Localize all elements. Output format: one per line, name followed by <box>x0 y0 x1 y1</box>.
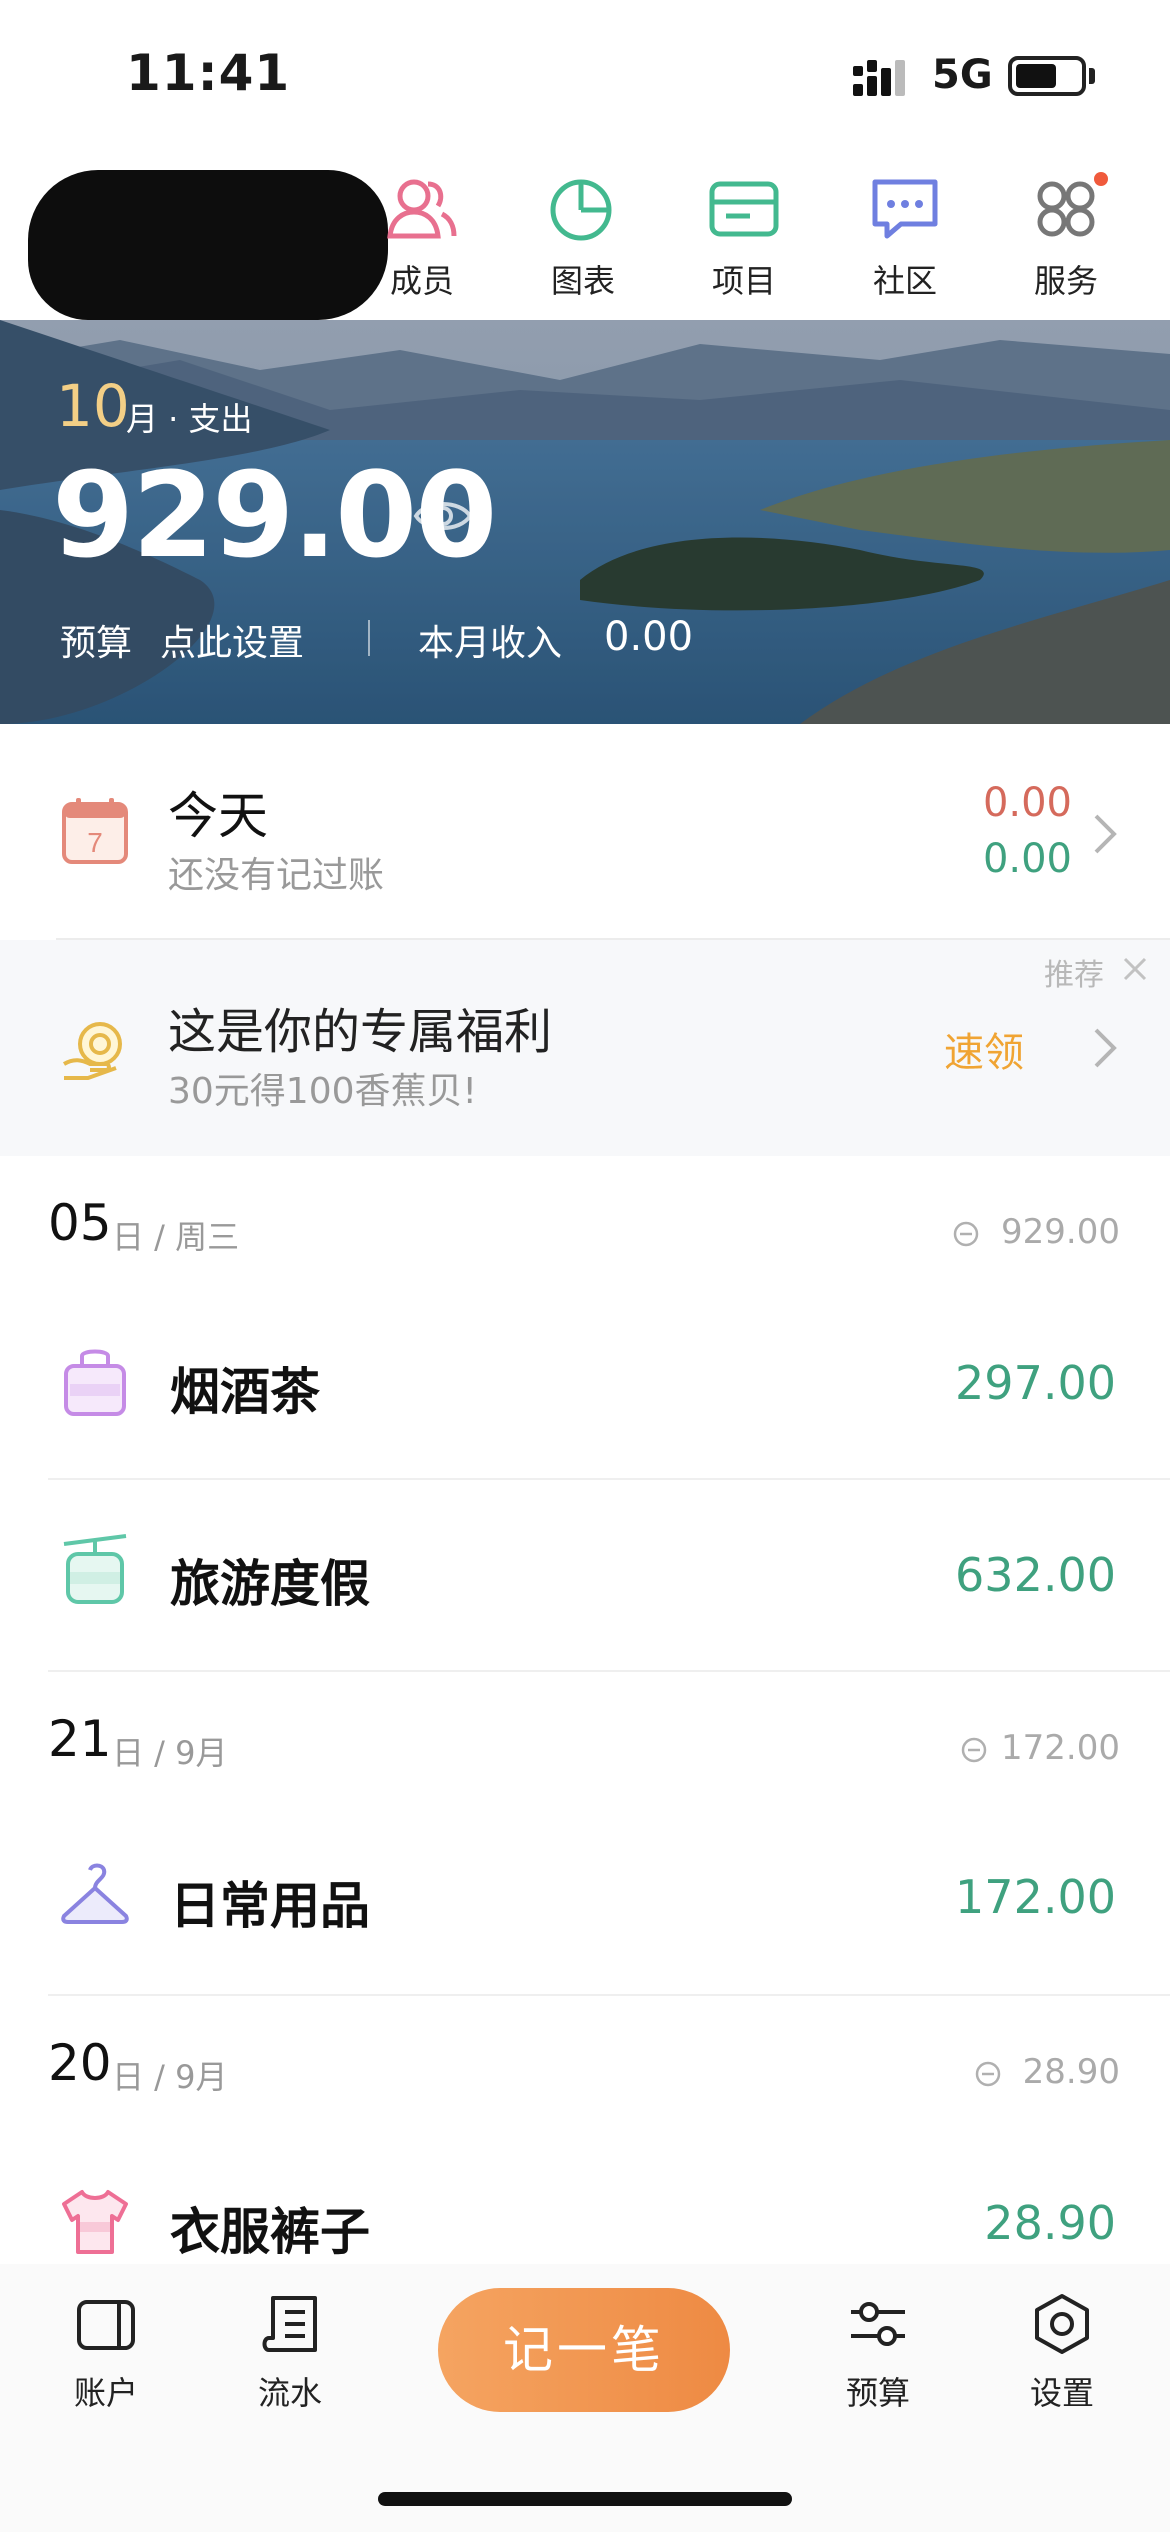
month-expense-label: 月 · 支出 <box>126 400 253 438</box>
divider <box>56 938 1170 940</box>
entry-category-name[interactable]: 日常用品 <box>170 1866 370 1938</box>
folder-icon <box>709 181 779 237</box>
tab-settings[interactable]: 设置 <box>1002 2292 1122 2414</box>
record-entry-button[interactable]: 记一笔 <box>438 2288 730 2412</box>
status-time: 11:41 <box>126 44 291 102</box>
entry-category-name[interactable]: 旅游度假 <box>170 1544 370 1616</box>
battery-icon <box>1008 56 1086 96</box>
nav-community-label: 社区 <box>872 262 937 300</box>
nav-services[interactable]: 服务 <box>996 172 1136 302</box>
divider <box>48 1994 1170 1996</box>
svg-text:7: 7 <box>87 827 103 858</box>
entry-category-name[interactable]: 衣服裤子 <box>170 2192 370 2264</box>
divider <box>48 1478 1170 1480</box>
close-icon[interactable] <box>1122 956 1148 982</box>
today-chevron-right-icon[interactable] <box>1090 812 1120 856</box>
coin-hand-icon <box>62 1022 122 1080</box>
tab-account[interactable]: 账户 <box>46 2292 166 2414</box>
day-total: 172.00 <box>1001 1728 1120 1768</box>
divider <box>48 1670 1170 1672</box>
hanger-icon <box>61 1863 129 1924</box>
budget-label: 预算 <box>60 623 133 664</box>
nav-services-label: 服务 <box>1033 262 1098 300</box>
tab-account-label: 账户 <box>73 2374 138 2412</box>
promo-title: 这是你的专属福利 <box>168 1004 553 1060</box>
entry-amount: 632.00 <box>955 1548 1116 1602</box>
tab-budget[interactable]: 预算 <box>818 2292 938 2414</box>
day-total: 929.00 <box>1001 1212 1120 1252</box>
today-expense: 0.00 <box>982 780 1072 826</box>
tab-flow[interactable]: 流水 <box>230 2292 350 2414</box>
day-number: 21 <box>48 1710 112 1768</box>
sliders-icon <box>851 2302 905 2346</box>
calendar-icon: 7 <box>62 798 128 864</box>
eye-icon[interactable] <box>412 492 474 540</box>
nav-members-label: 成员 <box>389 262 454 300</box>
battery-cap <box>1089 68 1095 84</box>
tab-flow-label: 流水 <box>257 2374 322 2412</box>
promo-subtitle: 30元得100香蕉贝! <box>168 1071 477 1112</box>
nav-members[interactable]: 成员 <box>352 172 492 302</box>
entry-amount: 297.00 <box>955 1356 1116 1410</box>
nav-projects[interactable]: 项目 <box>674 172 814 302</box>
signal-icon <box>853 60 905 96</box>
budget-set-link[interactable]: 点此设置 <box>160 614 304 666</box>
day-total: 28.90 <box>1022 2052 1120 2092</box>
entry-amount: 172.00 <box>955 1870 1116 1924</box>
day-meta: 日 / 9月 <box>112 2058 228 2096</box>
bag-icon <box>64 1349 126 1416</box>
day-meta: 日 / 9月 <box>112 1734 228 1772</box>
day-meta: 日 / 周三 <box>112 1218 240 1256</box>
notification-dot <box>1094 172 1108 186</box>
day-number: 05 <box>48 1194 112 1252</box>
month-number: 10 <box>56 372 130 440</box>
members-icon <box>387 179 457 239</box>
ledger-icon <box>262 2296 317 2352</box>
expense-minus-icon <box>961 1737 987 1763</box>
pie-chart-icon <box>550 179 612 241</box>
today-subtitle: 还没有记过账 <box>168 855 385 896</box>
nav-charts[interactable]: 图表 <box>513 172 653 302</box>
chat-bubble-icon <box>872 179 938 239</box>
cable-car-icon <box>63 1534 127 1604</box>
grid-services-icon <box>1037 181 1095 237</box>
monthly-income-value: 0.00 <box>604 614 694 660</box>
promo-chevron-right-icon[interactable] <box>1090 1026 1120 1070</box>
entry-amount: 28.90 <box>984 2196 1116 2250</box>
nav-projects-label: 项目 <box>711 262 776 300</box>
tshirt-icon <box>62 2190 128 2254</box>
monthly-income-label: 本月收入 <box>418 623 563 664</box>
banner-separator <box>368 620 370 656</box>
promo-tag: 推荐 <box>1044 958 1104 993</box>
network-type: 5G <box>932 52 993 98</box>
nav-community[interactable]: 社区 <box>835 172 975 302</box>
day-number: 20 <box>48 2034 112 2092</box>
expense-minus-icon <box>953 1221 979 1247</box>
account-book-title-redacted[interactable] <box>28 170 388 320</box>
expense-minus-icon <box>975 2061 1001 2087</box>
tab-budget-label: 预算 <box>845 2374 910 2412</box>
entry-category-name[interactable]: 烟酒茶 <box>170 1352 320 1424</box>
wallet-icon <box>77 2300 135 2350</box>
home-indicator[interactable] <box>378 2492 792 2506</box>
settings-hexagon-icon <box>1035 2294 1089 2354</box>
today-income: 0.00 <box>982 836 1072 882</box>
nav-charts-label: 图表 <box>550 262 615 300</box>
today-title: 今天 <box>168 787 268 845</box>
tab-settings-label: 设置 <box>1029 2374 1094 2412</box>
promo-claim-button[interactable]: 速领 <box>944 1020 1024 1078</box>
